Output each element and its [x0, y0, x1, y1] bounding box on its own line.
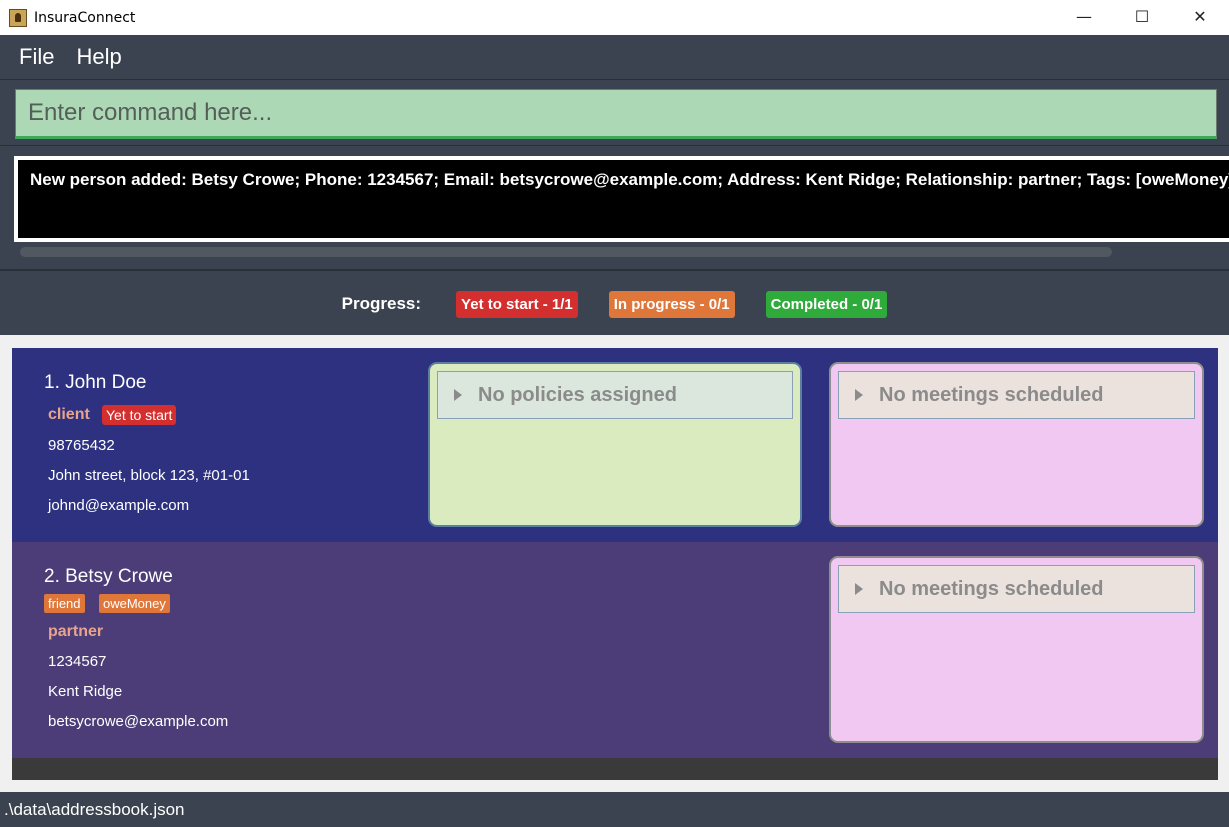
result-display: New person added: Betsy Crowe; Phone: 12… [0, 147, 1229, 271]
meetings-dropdown[interactable]: No meetings scheduled [838, 371, 1195, 419]
menu-help[interactable]: Help [76, 44, 121, 70]
email-label: betsycrowe@example.com [48, 713, 229, 730]
meetings-panel: No meetings scheduled [829, 362, 1204, 527]
menu-file[interactable]: File [19, 44, 54, 70]
address-label: Kent Ridge [48, 683, 123, 700]
command-input[interactable] [15, 89, 1217, 139]
relationship-label: partner [48, 623, 104, 640]
in-progress-badge: In progress - 0/1 [608, 290, 735, 318]
email-label: johnd@example.com [48, 497, 190, 514]
meetings-dropdown[interactable]: No meetings scheduled [838, 565, 1195, 613]
result-scrollbar[interactable] [14, 244, 1229, 260]
policies-dropdown[interactable]: No policies assigned [437, 371, 793, 419]
progress-label: Progress: [341, 294, 422, 313]
person-list-panel: 1. John Doe client Yet to start 98765432… [0, 335, 1229, 792]
phone-label: 98765432 [48, 437, 115, 454]
progress-bar: Progress: Yet to start - 1/1 In progress… [0, 273, 1229, 335]
status-badge: Yet to start [102, 405, 177, 425]
person-card[interactable]: 2. Betsy Crowe friend oweMoney partner 1… [12, 542, 1218, 758]
person-name: 1. John Doe [44, 372, 147, 393]
expand-arrow-icon [855, 583, 863, 595]
person-list[interactable]: 1. John Doe client Yet to start 98765432… [12, 348, 1218, 780]
file-path-label: .\data\addressbook.json [4, 799, 185, 819]
scrollbar-thumb[interactable] [20, 247, 1112, 257]
address-label: John street, block 123, #01-01 [48, 467, 250, 484]
meetings-panel: No meetings scheduled [829, 556, 1204, 743]
result-text: New person added: Betsy Crowe; Phone: 12… [30, 170, 1229, 189]
menu-bar: File Help [0, 35, 1229, 80]
meetings-header-label: No meetings scheduled [879, 383, 1104, 406]
title-bar: InsuraConnect — ☐ ✕ [0, 0, 1229, 35]
status-bar: .\data\addressbook.json [0, 792, 1229, 827]
app-icon [9, 8, 27, 27]
maximize-icon[interactable]: ☐ [1113, 0, 1171, 32]
tag-badge: friend [44, 594, 85, 613]
policies-panel: No policies assigned [428, 362, 802, 527]
relationship-label: client [48, 406, 90, 423]
completed-badge: Completed - 0/1 [765, 290, 888, 318]
person-name: 2. Betsy Crowe [44, 566, 173, 587]
minimize-icon[interactable]: — [1055, 0, 1113, 32]
person-card[interactable]: 1. John Doe client Yet to start 98765432… [12, 348, 1218, 542]
window-title: InsuraConnect [34, 9, 136, 26]
expand-arrow-icon [454, 389, 462, 401]
command-box [0, 80, 1229, 146]
tag-badge: oweMoney [99, 594, 170, 613]
yet-to-start-badge: Yet to start - 1/1 [456, 290, 578, 318]
expand-arrow-icon [855, 389, 863, 401]
close-icon[interactable]: ✕ [1171, 0, 1229, 32]
result-box: New person added: Betsy Crowe; Phone: 12… [14, 156, 1229, 242]
policies-header-label: No policies assigned [478, 383, 677, 406]
meetings-header-label: No meetings scheduled [879, 577, 1104, 600]
window-controls: — ☐ ✕ [1055, 0, 1229, 35]
phone-label: 1234567 [48, 653, 107, 670]
